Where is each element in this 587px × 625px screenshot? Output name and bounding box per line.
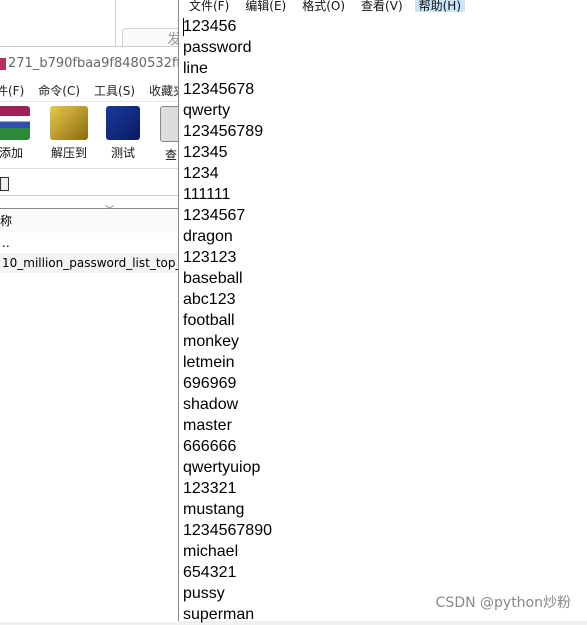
text-line: 1234567890 — [183, 522, 272, 539]
winrar-menu-bar: 件(F) 命令(C) 工具(S) 收藏夹 — [0, 81, 178, 102]
notepad-menu-item[interactable]: 查看(V) — [357, 0, 407, 12]
extract-label: 解压到 — [50, 146, 87, 160]
text-line: 654321 — [183, 564, 237, 581]
text-line: dragon — [183, 228, 233, 245]
text-line: michael — [183, 543, 239, 560]
text-line: 123456 — [183, 18, 237, 35]
menu-tools[interactable]: 工具(S) — [94, 84, 135, 98]
text-line: 123321 — [183, 480, 237, 497]
up-folder-icon[interactable] — [0, 177, 9, 191]
test-label: 测试 — [110, 146, 135, 160]
file-row[interactable]: 10_million_password_list_top_1 — [0, 253, 178, 273]
watermark: CSDN @python炒粉 — [435, 595, 571, 611]
background-window: 发 — [0, 0, 182, 50]
notepad-menu-item[interactable]: 编辑(E) — [241, 0, 290, 12]
text-line: 1234567 — [183, 207, 246, 224]
menu-favorites[interactable]: 收藏夹 — [149, 84, 178, 98]
notepad-window: 文件(F) 编辑(E) 格式(O) 查看(V) 帮助(H) 123456 password… — [178, 0, 587, 623]
extract-to-icon — [50, 106, 88, 140]
text-caret — [183, 18, 184, 36]
window-title: 271_b790fbaa9f8480532fff815 — [0, 47, 178, 81]
menu-commands[interactable]: 命令(C) — [38, 84, 80, 98]
text-line: qwerty — [183, 102, 231, 119]
text-line: line — [183, 60, 208, 77]
text-line: 111111 — [183, 186, 231, 203]
text-line: qwertyuiop — [183, 459, 261, 476]
add-label: 添加 — [0, 146, 23, 160]
test-button[interactable]: 测试 — [106, 106, 140, 161]
divider — [115, 0, 116, 46]
text-line: 123456789 — [183, 123, 264, 140]
text-line: baseball — [183, 270, 243, 287]
path-bar[interactable] — [0, 173, 178, 196]
menu-file[interactable]: 件(F) — [0, 84, 24, 98]
notepad-menu-item[interactable]: 帮助(H) — [414, 0, 466, 12]
text-line: shadow — [183, 396, 239, 413]
text-line: mustang — [183, 501, 245, 518]
text-line: monkey — [183, 333, 240, 350]
text-line: 696969 — [183, 375, 237, 392]
add-button[interactable]: 添加 — [0, 106, 30, 161]
winrar-toolbar: 添加 解压到 测试 查 — [0, 102, 182, 169]
text-line: football — [183, 312, 235, 329]
column-header-name[interactable]: 称 ﹀ — [0, 206, 178, 233]
view-label: 查 — [164, 148, 177, 162]
text-line: 1234 — [183, 165, 219, 182]
test-icon — [106, 106, 140, 140]
text-line: 666666 — [183, 438, 237, 455]
winrar-icon — [0, 57, 6, 70]
file-row[interactable]: .. — [0, 233, 178, 253]
text-line: letmein — [183, 354, 235, 371]
notepad-menu-item[interactable]: 文件(F) — [185, 0, 233, 12]
text-line: master — [183, 417, 232, 434]
title-text: 271_b790fbaa9f8480532fff815 — [8, 56, 178, 71]
text-line: password — [183, 39, 252, 56]
text-line: 12345678 — [183, 81, 255, 98]
text-line: 12345 — [183, 144, 228, 161]
chevron-down-icon: ﹀ — [105, 206, 115, 216]
text-line: abc123 — [183, 291, 236, 308]
notepad-menu-bar: 文件(F) 编辑(E) 格式(O) 查看(V) 帮助(H) — [179, 0, 587, 14]
add-archive-icon — [0, 106, 30, 140]
text-editor[interactable]: 123456 password line 12345678 qwerty 12345678… — [179, 14, 587, 625]
text-line: 123123 — [183, 249, 237, 266]
column-label: 称 — [0, 214, 13, 228]
winrar-window: 271_b790fbaa9f8480532fff815 件(F) 命令(C) 工具(… — [0, 46, 182, 622]
extract-to-button[interactable]: 解压到 — [50, 106, 88, 161]
notepad-menu-item[interactable]: 格式(O) — [298, 0, 349, 12]
